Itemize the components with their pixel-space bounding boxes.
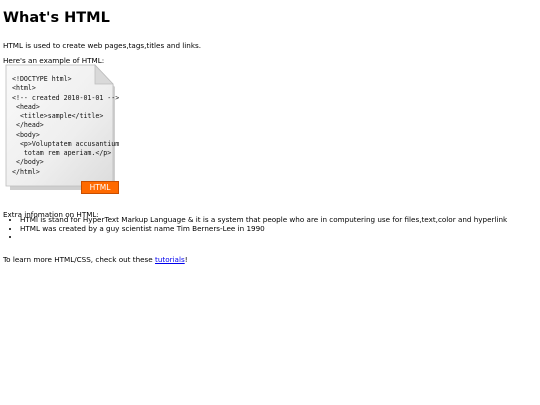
- code-line: <title>sample</title>: [12, 112, 104, 120]
- list-item: HTML was created by a guy scientist name…: [20, 224, 507, 234]
- learn-more-suffix: !: [184, 255, 188, 265]
- page-title: What's HTML: [3, 10, 110, 26]
- html-badge: HTML: [81, 181, 119, 194]
- code-line: <body>: [12, 130, 40, 139]
- code-line: </head>: [12, 121, 44, 130]
- code-line: </html>: [12, 167, 40, 176]
- code-line: </body>: [12, 158, 44, 167]
- tutorials-link[interactable]: tutorials: [155, 255, 185, 264]
- list-item: [20, 233, 507, 242]
- extra-info-list: HTMl is stand for HyperText Markup Langu…: [3, 215, 507, 242]
- code-line: <head>: [12, 102, 40, 111]
- code-line: <!DOCTYPE html>: [12, 75, 72, 83]
- code-line: <html>: [12, 84, 36, 93]
- code-line: totam rem aperiam.</p>: [12, 149, 112, 157]
- html-document-image: <!DOCTYPE html> <html> <!-- created 2010…: [5, 63, 119, 196]
- intro-paragraph: HTML is used to create web pages,tags,ti…: [3, 41, 202, 51]
- learn-more-paragraph: To learn more HTML/CSS, check out these …: [3, 255, 188, 264]
- learn-more-text: To learn more HTML/CSS, check out these: [3, 255, 156, 265]
- html-code-sample: <!DOCTYPE html> <html> <!-- created 2010…: [12, 75, 119, 177]
- code-line: <!-- created 2010-01-01 -->: [12, 93, 120, 102]
- code-line: <p>Voluptatem accusantium: [12, 139, 120, 148]
